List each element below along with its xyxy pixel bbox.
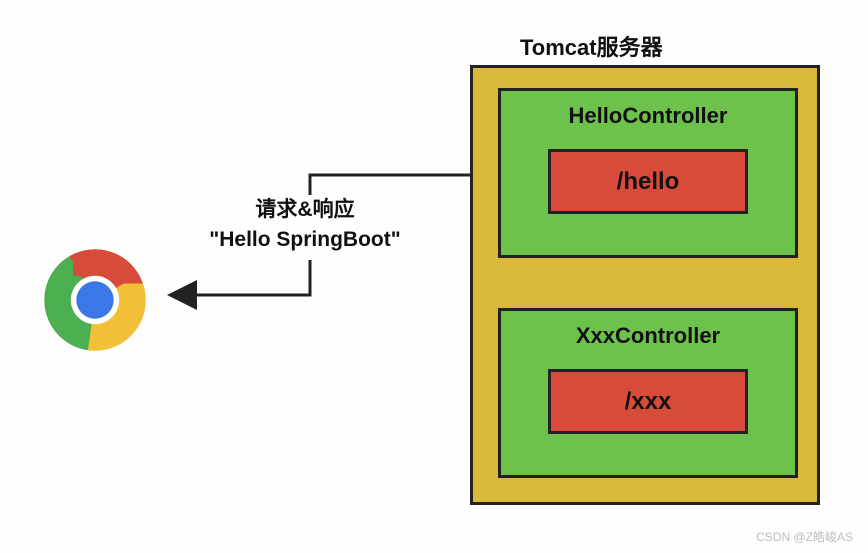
controller-title: HelloController [501, 103, 795, 129]
server-title: Tomcat服务器 [520, 30, 663, 62]
watermark: CSDN @Z皓峻AS [756, 528, 853, 545]
route-label: /xxx [625, 388, 672, 416]
route-xxx: /xxx [548, 369, 748, 434]
request-response-label: 请求&响应 "Hello SpringBoot" [175, 195, 435, 256]
controller-title: XxxController [501, 323, 795, 349]
arrow-label-line2: "Hello SpringBoot" [175, 225, 435, 255]
controller-box-xxx: XxxController /xxx [498, 308, 798, 478]
arrow-label-line1: 请求&响应 [175, 195, 435, 225]
controller-box-hello: HelloController /hello [498, 88, 798, 258]
route-hello: /hello [548, 149, 748, 214]
route-label: /hello [617, 168, 680, 196]
tomcat-server-box: HelloController /hello XxxController /xx… [470, 65, 820, 505]
chrome-browser-icon [40, 245, 150, 355]
